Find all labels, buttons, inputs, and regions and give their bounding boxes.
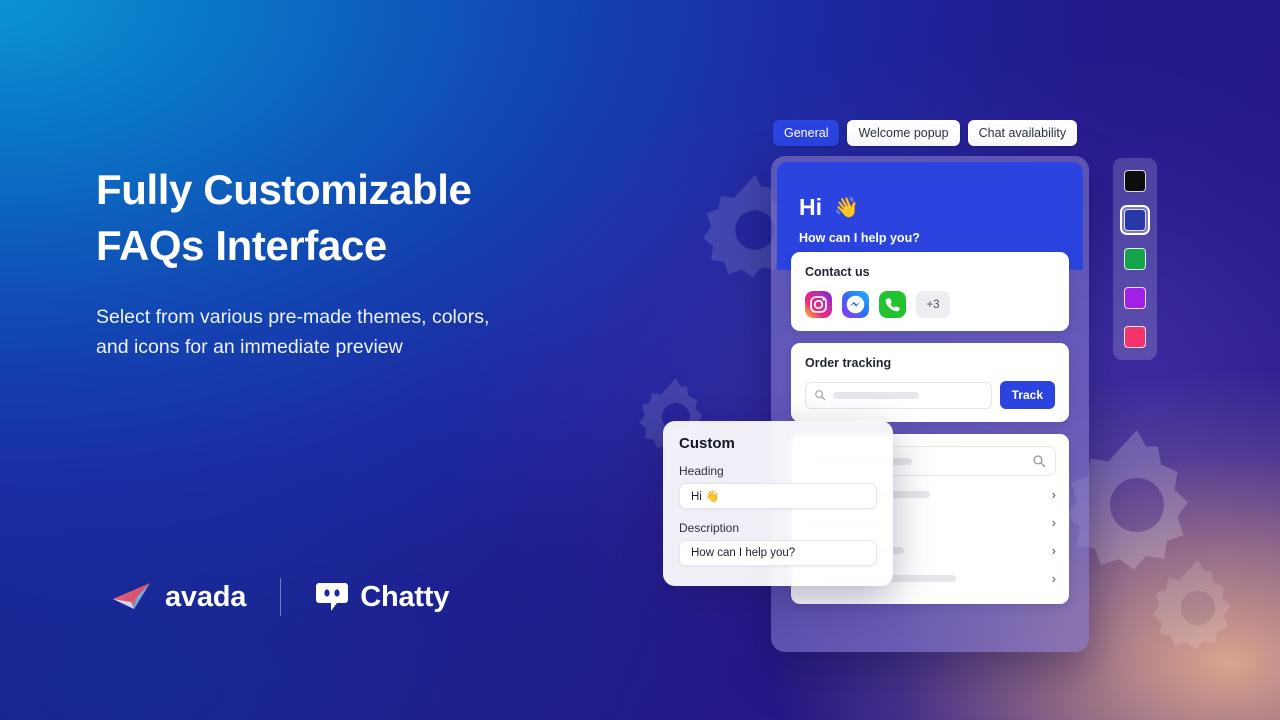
instagram-icon[interactable] [805,291,832,318]
chevron-right-icon: › [1051,486,1056,502]
social-channel-row: +3 [805,291,1055,318]
track-button[interactable]: Track [999,381,1055,409]
chevron-right-icon: › [1051,514,1056,530]
order-tracking-card: Order tracking Track [791,343,1069,422]
hero-copy: Fully Customizable FAQs Interface Select… [96,162,616,362]
page-title: Fully Customizable FAQs Interface [96,162,616,274]
widget-greeting: Hi 👋 [799,196,1061,219]
promo-banner: Fully Customizable FAQs Interface Select… [0,0,1280,720]
color-swatch-purple[interactable] [1120,283,1150,313]
color-swatch-pink[interactable] [1120,322,1150,352]
hero-subtext: Select from various pre-made themes, col… [96,306,490,358]
tab-bar: General Welcome popup Chat availability [773,120,1078,146]
search-icon [815,390,826,401]
chatty-wordmark: Chatty [360,580,450,613]
brand-row: avada Chatty [112,578,449,616]
order-track-row: Track [805,381,1055,409]
order-card-title: Order tracking [805,356,892,370]
chevron-right-icon: › [1051,570,1056,586]
color-palette [1113,158,1157,360]
input-placeholder-skeleton [833,391,919,399]
more-channels-chip[interactable]: +3 [916,291,950,318]
gear-icon [1152,560,1231,650]
chevron-right-icon: › [1051,542,1056,558]
messenger-icon[interactable] [842,291,869,318]
headline-line-1: Fully Customizable [96,166,472,213]
heading-field-label: Heading [679,464,724,478]
contact-card-title: Contact us [805,265,870,279]
widget-subtitle: How can I help you? [799,231,920,245]
tab-general[interactable]: General [773,120,840,146]
avada-wordmark: avada [165,580,247,613]
brand-divider [280,578,282,616]
chat-bubble-icon [316,583,349,611]
avada-logo: avada [112,581,246,614]
order-number-input[interactable] [805,381,992,409]
color-swatch-green[interactable] [1120,244,1150,274]
chatty-logo: Chatty [315,581,449,614]
description-input[interactable]: How can I help you? [679,540,877,566]
headline-line-2: FAQs Interface [96,222,387,269]
avada-mark-icon [113,583,150,609]
swatch-fill [1124,248,1146,270]
heading-input[interactable]: Hi 👋 [679,483,877,509]
custom-settings-panel: Custom Heading Hi 👋 Description How can … [663,421,893,586]
contact-us-card: Contact us +3 [791,252,1069,331]
color-swatch-black[interactable] [1120,166,1150,196]
description-field-label: Description [679,521,740,535]
phone-icon[interactable] [879,291,906,318]
tab-chat-availability[interactable]: Chat availability [967,120,1078,146]
tab-welcome-popup[interactable]: Welcome popup [847,120,960,146]
swatch-fill [1124,326,1146,348]
swatch-fill [1124,287,1146,309]
swatch-fill [1124,209,1146,231]
color-swatch-blue[interactable] [1120,205,1150,235]
greeting-text: Hi [799,194,822,220]
custom-panel-title: Custom [679,435,735,452]
waving-hand-icon: 👋 [834,196,859,219]
search-icon [1033,455,1046,468]
swatch-fill [1124,170,1146,192]
